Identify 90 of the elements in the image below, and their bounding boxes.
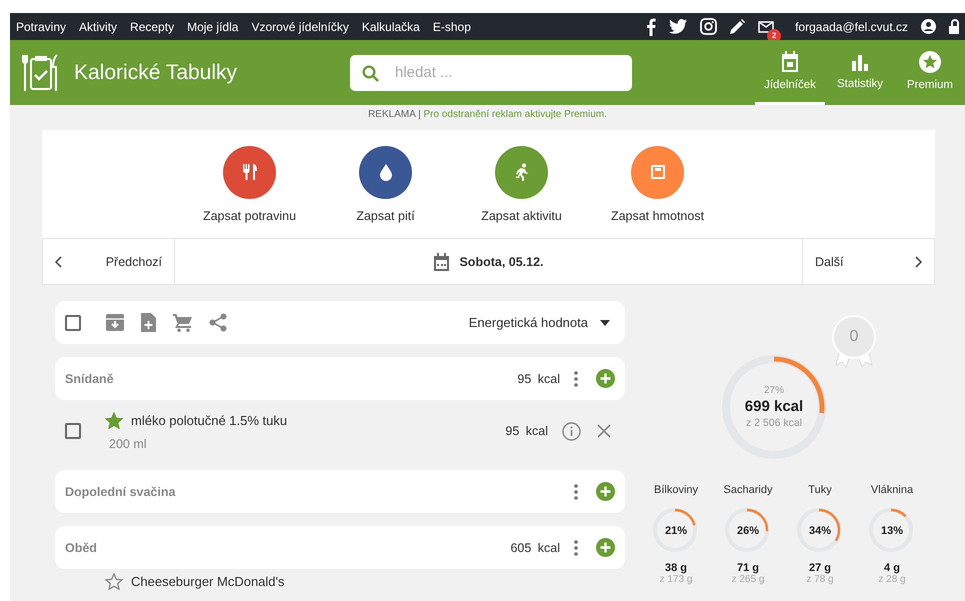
macro-percent: 26% — [736, 525, 760, 537]
previous-day-button[interactable]: Předchozí — [43, 239, 175, 284]
star-badge-icon — [919, 51, 941, 73]
calorie-goal: z 2 506 kcal — [746, 417, 802, 429]
facebook-icon[interactable] — [646, 18, 656, 36]
nav-link[interactable]: Aktivity — [79, 20, 118, 34]
macro-amount: 27 g — [808, 562, 831, 574]
search-field[interactable]: hledat ... — [350, 54, 632, 90]
search-icon — [362, 64, 379, 82]
more-icon[interactable] — [574, 370, 578, 386]
calendar-icon — [780, 51, 800, 73]
food-amount: 200 ml — [109, 436, 148, 450]
close-icon[interactable] — [597, 424, 611, 438]
running-person-icon — [514, 163, 530, 181]
food-name[interactable]: Cheeseburger McDonald's — [131, 574, 285, 589]
mail-icon[interactable] — [758, 20, 774, 32]
calories-consumed: 699 kcal — [744, 398, 804, 415]
add-file-icon[interactable] — [141, 313, 156, 332]
macro-percent: 34% — [808, 525, 832, 537]
checkbox[interactable] — [65, 423, 81, 439]
meal-name: Dopolední svačina — [65, 484, 176, 498]
nav-link[interactable]: Potraviny — [16, 20, 66, 34]
more-icon[interactable] — [574, 484, 578, 500]
macro-name: Sacharidy — [724, 484, 772, 496]
meal-total: 605 kcal — [510, 540, 560, 554]
next-day-button[interactable]: Další — [802, 239, 934, 284]
macro-goal: z 265 g — [732, 574, 764, 585]
ad-label: REKLAMA — [368, 109, 416, 120]
nav-link[interactable]: Recepty — [130, 20, 174, 34]
food-name[interactable]: mléko polotučné 1.5% tuku — [131, 412, 288, 428]
user-email[interactable]: forgaada@fel.cvut.cz — [795, 20, 908, 34]
macro-name: Tuky — [808, 484, 832, 496]
caret-icon — [600, 320, 610, 326]
bar-chart-icon — [850, 52, 870, 72]
instagram-icon[interactable] — [700, 18, 718, 35]
food-energy: 95 kcal — [505, 424, 548, 438]
share-icon[interactable] — [209, 313, 227, 332]
cart-icon[interactable] — [173, 314, 192, 332]
progress-arc — [674, 508, 696, 526]
nav-link[interactable]: Kalkulačka — [362, 20, 420, 34]
ring-track — [797, 508, 841, 552]
pencil-icon[interactable] — [730, 19, 746, 34]
quick-action-button[interactable]: Zapsat aktivitu — [460, 146, 582, 222]
drop-icon — [378, 163, 394, 181]
checkbox[interactable] — [65, 314, 81, 330]
lock-icon[interactable] — [949, 19, 959, 34]
current-date: Sobota, 05.12. — [459, 254, 544, 268]
add-icon[interactable] — [596, 482, 615, 501]
meal-total: 95 kcal — [517, 372, 560, 386]
progress-arc — [890, 508, 906, 518]
macro-goal: z 78 g — [806, 574, 834, 585]
chevron-left-icon — [55, 256, 63, 268]
notification-badge: 2 — [767, 28, 782, 40]
user-icon[interactable] — [921, 19, 936, 34]
macro-amount: 71 g — [736, 562, 759, 574]
ring-track — [653, 508, 697, 552]
calorie-percent: 27% — [764, 385, 784, 396]
meal-name: Snídaně — [65, 372, 114, 386]
macro-name: Vláknina — [870, 484, 914, 496]
macro-percent: 13% — [880, 525, 904, 537]
star-icon[interactable] — [105, 412, 123, 428]
nav-link[interactable]: Moje jídla — [187, 20, 238, 34]
chevron-right-icon — [914, 256, 922, 268]
macro-name: Bílkoviny — [654, 484, 698, 496]
macro-percent: 21% — [664, 525, 688, 537]
calendar-icon[interactable] — [433, 252, 450, 270]
nav-link[interactable]: E-shop — [432, 20, 471, 34]
quick-action-button[interactable]: Zapsat hmotnost — [596, 146, 718, 222]
archive-icon[interactable] — [106, 314, 124, 331]
scale-icon — [648, 163, 666, 181]
nav-link[interactable]: Vzorové jídelníčky — [251, 20, 349, 34]
twitter-icon[interactable] — [669, 19, 688, 34]
ring-track — [869, 508, 913, 552]
ad-separator: | — [418, 109, 421, 120]
macro-amount: 38 g — [664, 562, 687, 574]
more-icon[interactable] — [574, 540, 578, 556]
star-icon[interactable] — [105, 573, 123, 590]
ring-track — [725, 508, 769, 552]
meal-name: Oběd — [65, 540, 97, 554]
logo-icon — [22, 52, 60, 92]
macro-amount: 4 g — [884, 562, 900, 574]
info-icon[interactable] — [562, 422, 581, 440]
macro-goal: z 173 g — [660, 574, 692, 585]
quick-action-button[interactable]: Zapsat pití — [324, 146, 446, 222]
cutlery-icon — [240, 163, 258, 181]
macro-goal: z 28 g — [878, 574, 906, 585]
add-icon[interactable] — [596, 369, 615, 388]
nutrient-dropdown[interactable]: Energetická hodnota — [468, 315, 610, 330]
add-icon[interactable] — [596, 538, 615, 557]
quick-action-button[interactable]: Zapsat potravinu — [188, 146, 310, 222]
